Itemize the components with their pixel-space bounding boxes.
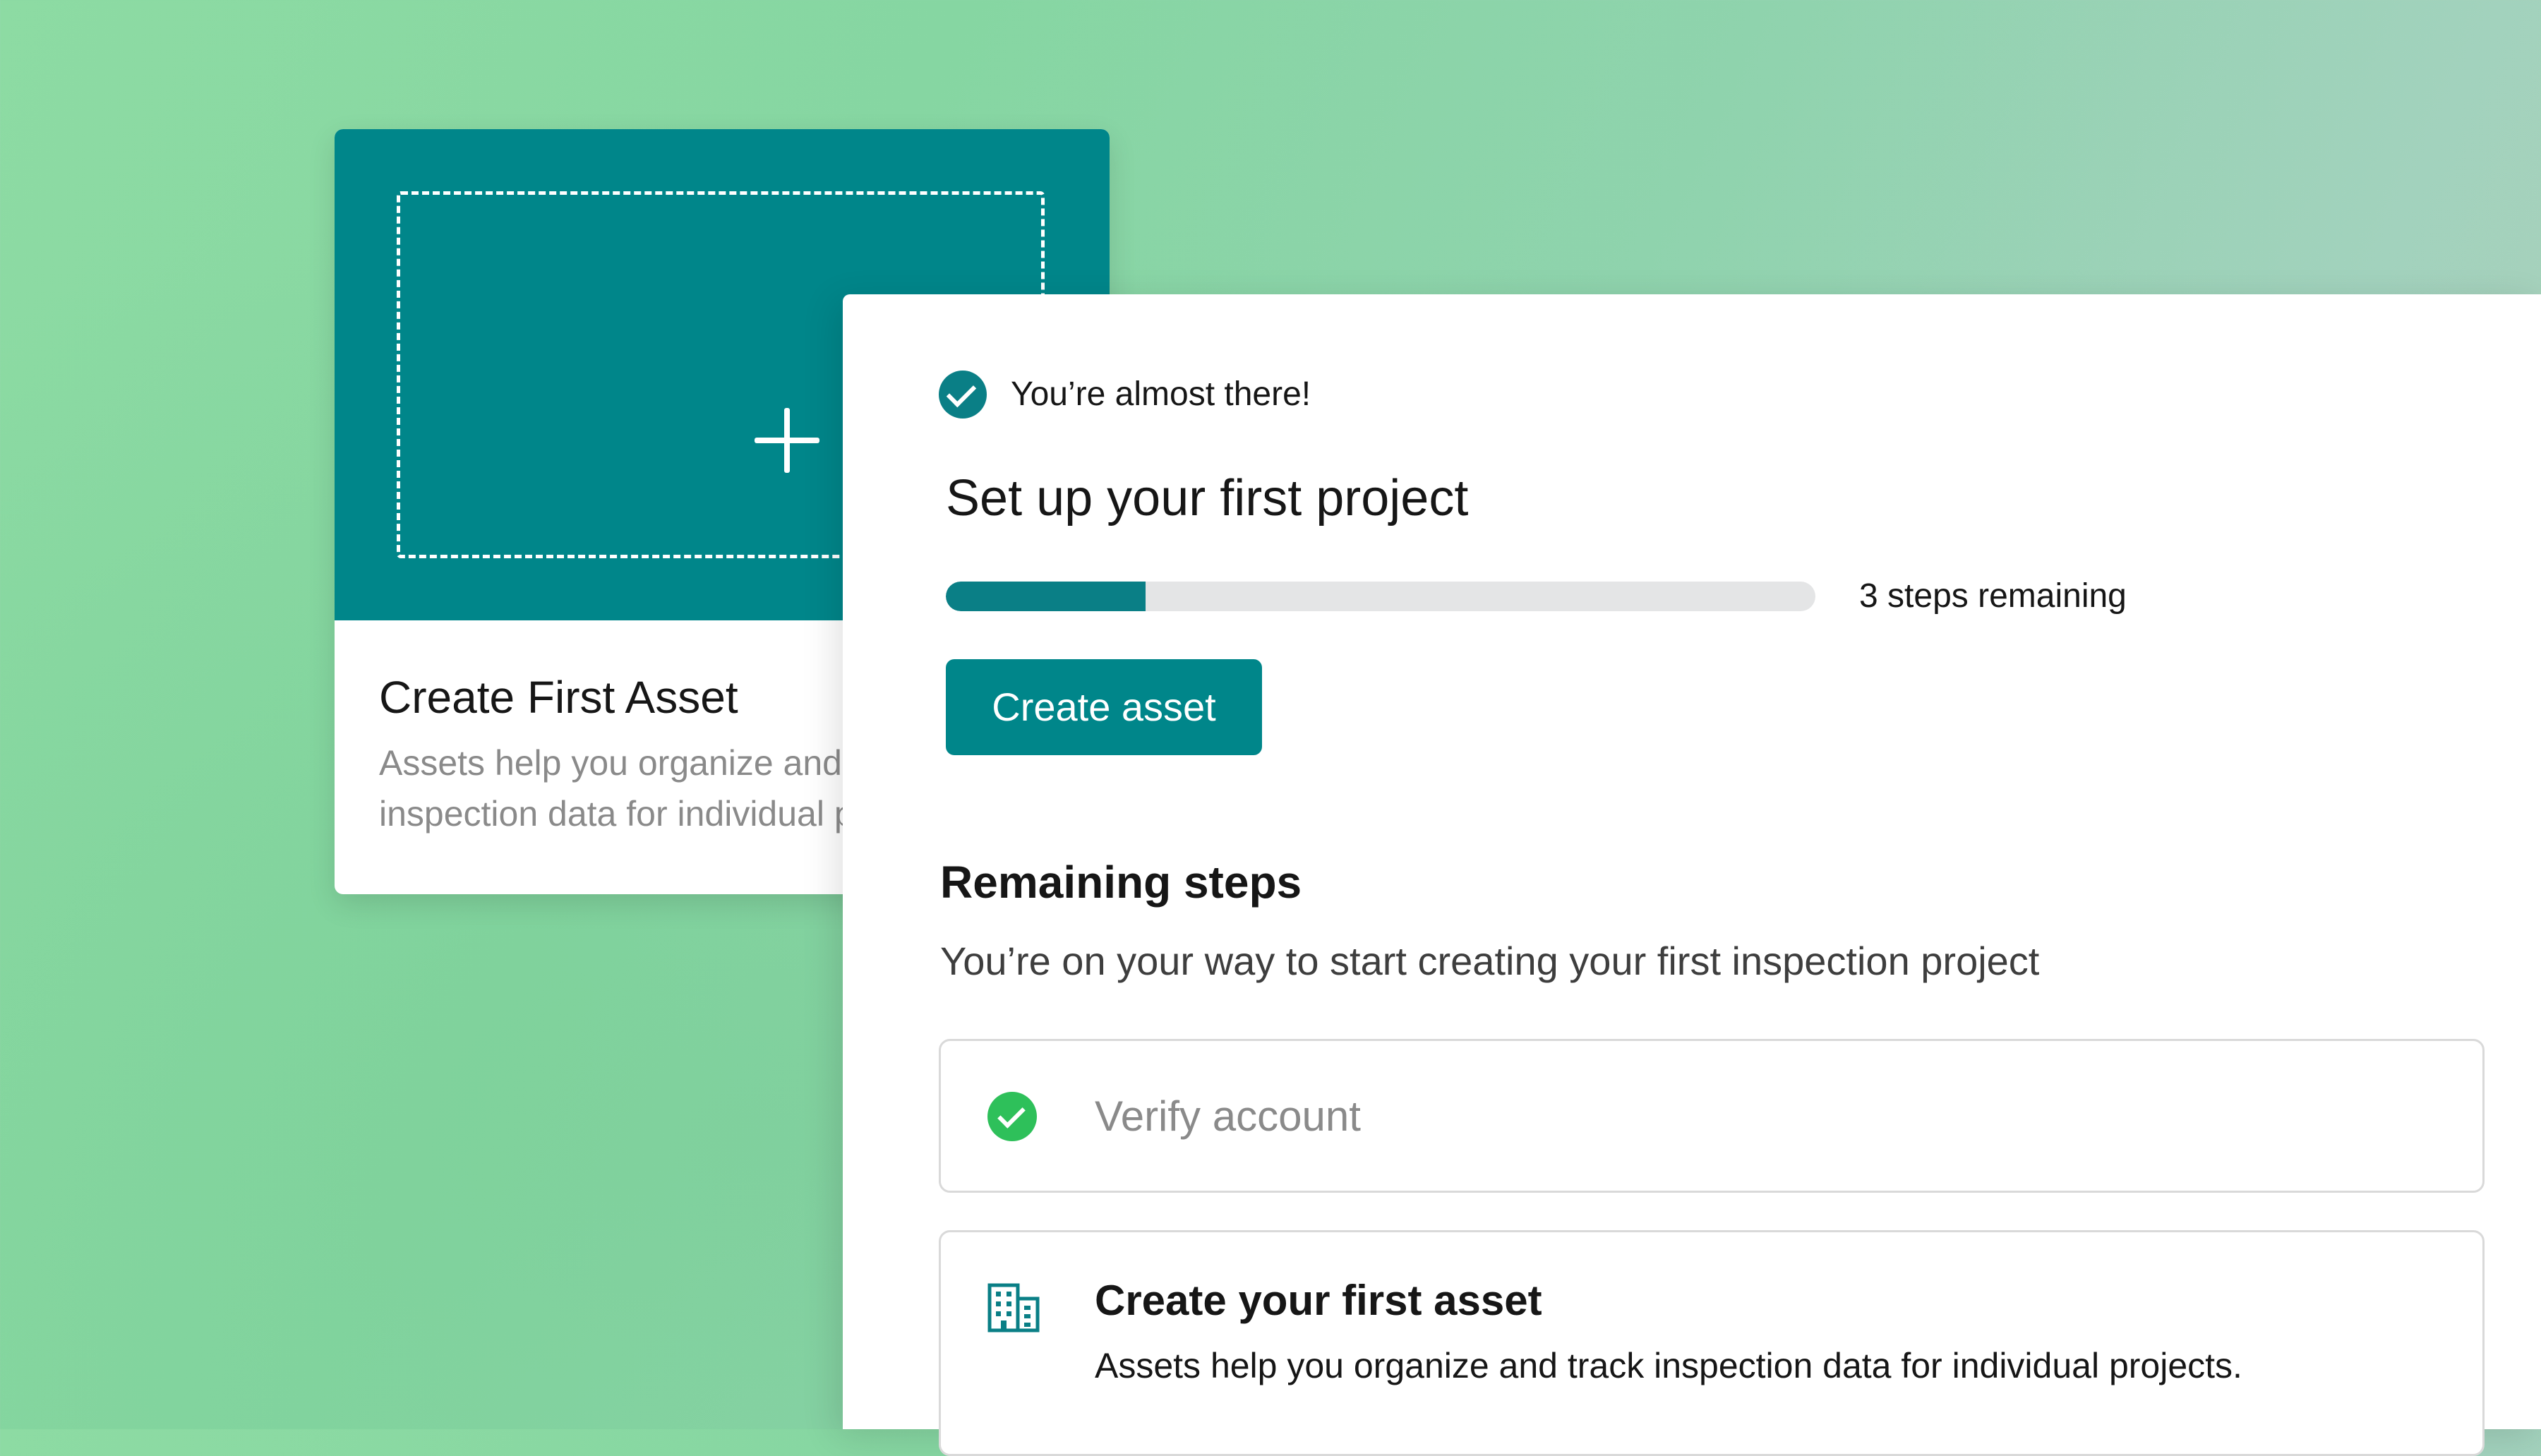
step-verify-account[interactable]: Verify account: [939, 1039, 2485, 1193]
step-label: Verify account: [1095, 1093, 1361, 1140]
step-create-first-asset[interactable]: Create your first asset Assets help you …: [939, 1230, 2485, 1456]
remaining-steps-heading: Remaining steps: [940, 857, 1302, 908]
asset-card-title: Create First Asset: [379, 672, 738, 723]
progress-bar-fill: [946, 582, 1146, 611]
remaining-steps-subtitle: You’re on your way to start creating you…: [940, 939, 2040, 983]
page-title: Set up your first project: [946, 470, 1469, 527]
create-asset-button[interactable]: Create asset: [946, 659, 1262, 755]
step-description: Assets help you organize and track inspe…: [1095, 1346, 2242, 1385]
status-text: You’re almost there!: [1011, 375, 1311, 413]
onboarding-panel: You’re almost there! Set up your first p…: [843, 294, 2541, 1456]
progress-bar: [946, 582, 1815, 611]
green-check-icon: [987, 1092, 1037, 1141]
building-icon: [987, 1283, 1040, 1332]
check-circle-icon: [939, 371, 987, 419]
plus-icon[interactable]: [755, 408, 819, 473]
step-title: Create your first asset: [1095, 1277, 1542, 1324]
steps-remaining-label: 3 steps remaining: [1859, 577, 2127, 615]
